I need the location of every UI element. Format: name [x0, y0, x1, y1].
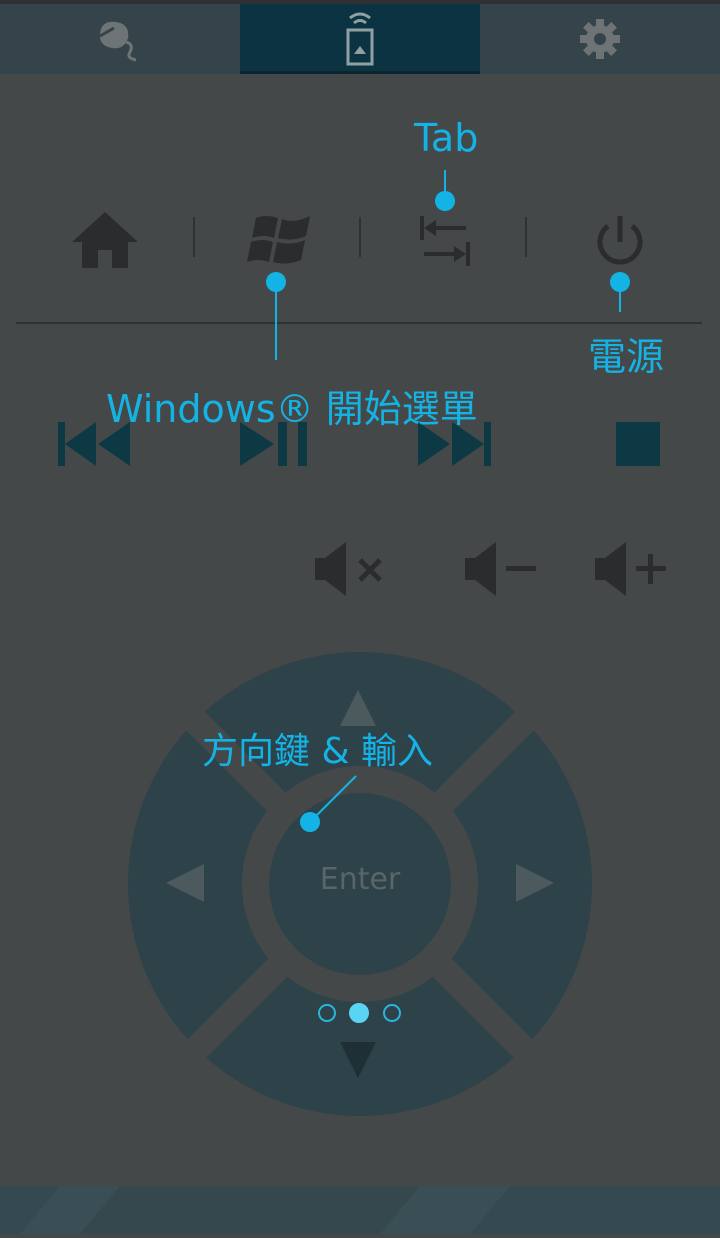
- mouse-icon: [99, 21, 137, 62]
- dpad-left-button[interactable]: [164, 862, 206, 904]
- tab-bar: [0, 4, 720, 74]
- play-pause-icon[interactable]: [238, 420, 312, 468]
- tab-mouse[interactable]: [0, 4, 240, 74]
- home-icon[interactable]: [70, 210, 140, 272]
- next-track-icon[interactable]: [416, 420, 494, 468]
- divider: [16, 322, 702, 324]
- previous-track-icon[interactable]: [56, 420, 134, 468]
- enter-button[interactable]: Enter: [270, 862, 450, 897]
- power-annotation-line: [619, 282, 621, 312]
- tab-key-icon[interactable]: [414, 212, 474, 270]
- gear-icon: [580, 19, 620, 59]
- stop-icon[interactable]: [614, 420, 662, 468]
- separator: [193, 217, 195, 257]
- remote-icon: [346, 12, 374, 65]
- tab-annotation-dot: [435, 191, 455, 211]
- dpad-annotation-dot: [300, 812, 320, 832]
- tab-annotation-label: Tab: [414, 116, 479, 160]
- windows-icon[interactable]: [246, 212, 316, 270]
- tab-remote[interactable]: [240, 4, 480, 74]
- separator: [359, 217, 361, 257]
- power-annotation-label: 電源: [588, 335, 665, 379]
- separator: [525, 217, 527, 257]
- volume-up-icon[interactable]: [592, 540, 670, 598]
- page-indicator-dot-2[interactable]: [349, 1003, 369, 1023]
- page-indicator-dot-3[interactable]: [383, 1004, 401, 1022]
- mute-icon[interactable]: [312, 540, 388, 598]
- power-icon[interactable]: [592, 212, 648, 270]
- volume-down-icon[interactable]: [462, 540, 540, 598]
- dpad-annotation-label: 方向鍵 & 輸入: [202, 731, 433, 772]
- dpad-down-button[interactable]: [338, 1040, 378, 1080]
- page-indicator-dot-1[interactable]: [318, 1004, 336, 1022]
- footer-decoration: [0, 1186, 720, 1234]
- tab-settings[interactable]: [480, 4, 720, 74]
- dpad-right-button[interactable]: [514, 862, 556, 904]
- windows-annotation-line: [275, 282, 277, 360]
